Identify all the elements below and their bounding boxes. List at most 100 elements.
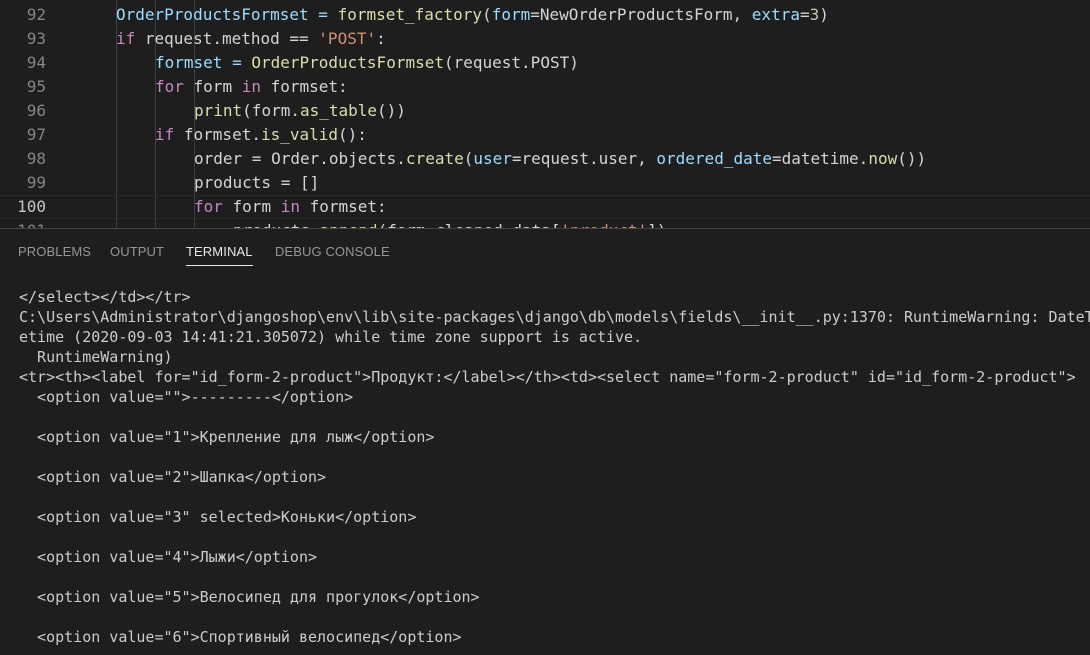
line-number: 94 bbox=[26, 53, 46, 72]
code-line[interactable]: 101 products.append(form.cleaned_data['pr… bbox=[0, 219, 1090, 228]
code-token: in bbox=[241, 77, 261, 96]
terminal-line: etime (2020-09-03 14:41:21.305072) while… bbox=[19, 328, 643, 346]
code-line[interactable]: 99 products = [] bbox=[0, 171, 1090, 195]
code-text: products = [] bbox=[194, 171, 319, 195]
code-text: OrderProductsFormset = formset_factory(f… bbox=[116, 3, 829, 27]
code-token: products = [] bbox=[194, 173, 320, 192]
code-token: for bbox=[194, 197, 223, 216]
terminal-line: </select></td></tr> bbox=[19, 288, 191, 306]
code-token: 'POST' bbox=[318, 29, 377, 48]
code-token: now bbox=[868, 149, 898, 168]
code-token: print bbox=[194, 101, 243, 120]
code-token: form bbox=[222, 197, 281, 216]
code-editor[interactable]: 92 OrderProductsFormset = formset_factory… bbox=[0, 0, 1090, 228]
code-token: create bbox=[405, 149, 464, 168]
code-text: order = Order.objects.create(user=reques… bbox=[194, 147, 926, 171]
terminal-line: C:\Users\Administrator\djangoshop\env\li… bbox=[19, 308, 1090, 326]
bottom-panel: PROBLEMS OUTPUT TERMINAL DEBUG CONSOLE <… bbox=[0, 228, 1090, 655]
code-token: extra bbox=[751, 5, 800, 24]
terminal-line: <option value="3" selected>Коньки</optio… bbox=[19, 508, 417, 526]
code-token: if bbox=[116, 29, 136, 48]
line-number: 99 bbox=[26, 173, 46, 192]
code-token: if bbox=[155, 125, 175, 144]
code-text: if request.method == 'POST': bbox=[116, 27, 386, 51]
terminal-line: <option value="">---------</option> bbox=[19, 388, 354, 406]
code-token: is_valid bbox=[260, 125, 339, 144]
code-token: =datetime. bbox=[771, 149, 869, 168]
code-token: 3 bbox=[809, 5, 820, 24]
code-text: if formset.is_valid(): bbox=[155, 123, 367, 147]
code-token: = bbox=[799, 5, 810, 24]
code-token: request.method == bbox=[135, 29, 319, 48]
line-number: 97 bbox=[26, 125, 46, 144]
code-token: formset_factory bbox=[337, 5, 483, 24]
code-text: for form in formset: bbox=[194, 196, 387, 218]
terminal-output[interactable]: </select></td></tr> C:\Users\Administrato… bbox=[19, 287, 1090, 655]
terminal-line: <option value="6">Спортивный велосипед</… bbox=[19, 628, 462, 646]
code-token: formset: bbox=[299, 197, 387, 216]
terminal-line: <option value="4">Лыжи</option> bbox=[19, 548, 318, 566]
code-token: append bbox=[320, 221, 378, 228]
code-token: as_table bbox=[299, 101, 378, 120]
code-token: formset: bbox=[260, 77, 348, 96]
code-line[interactable]: 100 for form in formset: bbox=[0, 195, 1090, 219]
code-token: products. bbox=[233, 221, 320, 228]
code-token: ) bbox=[819, 5, 829, 24]
code-token: (form. bbox=[242, 101, 300, 120]
code-token: form bbox=[491, 5, 531, 24]
line-number: 93 bbox=[26, 29, 46, 48]
code-token: (): bbox=[338, 125, 367, 144]
code-token: formset = bbox=[155, 53, 252, 72]
line-number: 101 bbox=[0, 219, 46, 228]
line-number: 96 bbox=[26, 101, 46, 120]
terminal-line: <option value="1">Крепление для лыж</opt… bbox=[19, 428, 435, 446]
code-line[interactable]: 97 if formset.is_valid(): bbox=[0, 123, 1090, 147]
code-token: =request.user, bbox=[511, 149, 657, 168]
tab-problems[interactable]: PROBLEMS bbox=[18, 244, 91, 265]
code-line[interactable]: 95 for form in formset: bbox=[0, 75, 1090, 99]
code-token: (form.cleaned_data[ bbox=[378, 221, 561, 228]
line-number: 98 bbox=[26, 149, 46, 168]
terminal-line: <option value="2">Шапка</option> bbox=[19, 468, 327, 486]
code-line[interactable]: 94 formset = OrderProductsFormset(request… bbox=[0, 51, 1090, 75]
code-text: print(form.as_table()) bbox=[194, 99, 406, 123]
code-token: form bbox=[183, 77, 242, 96]
code-token: formset. bbox=[174, 125, 261, 144]
code-token: OrderProductsFormset = bbox=[116, 5, 338, 24]
code-line[interactable]: 93 if request.method == 'POST': bbox=[0, 27, 1090, 51]
terminal-line: RuntimeWarning) bbox=[19, 348, 173, 366]
code-token: ()) bbox=[377, 101, 406, 120]
line-number: 95 bbox=[26, 77, 46, 96]
code-token: ( bbox=[482, 5, 492, 24]
line-number: 92 bbox=[26, 5, 46, 24]
terminal-line: <option value="5">Велосипед для прогулок… bbox=[19, 588, 480, 606]
code-token: user bbox=[473, 149, 512, 168]
line-number: 100 bbox=[17, 197, 46, 216]
code-token: : bbox=[376, 29, 386, 48]
tab-debug-console[interactable]: DEBUG CONSOLE bbox=[275, 244, 390, 265]
terminal-line: <tr><th><label for="id_form-2-product">П… bbox=[19, 368, 1076, 386]
code-token: ]) bbox=[647, 221, 666, 228]
code-token: =NewOrderProductsForm, bbox=[530, 5, 752, 24]
code-token: 'product' bbox=[561, 221, 648, 228]
code-token: ( bbox=[463, 149, 474, 168]
tab-output[interactable]: OUTPUT bbox=[110, 244, 164, 265]
code-text: formset = OrderProductsFormset(request.P… bbox=[155, 51, 579, 75]
code-token: in bbox=[280, 197, 300, 216]
code-token: OrderProductsFormset bbox=[251, 53, 444, 72]
code-token: for bbox=[155, 77, 184, 96]
code-line[interactable]: 98 order = Order.objects.create(user=requ… bbox=[0, 147, 1090, 171]
panel-tabs: PROBLEMS OUTPUT TERMINAL DEBUG CONSOLE bbox=[0, 229, 1090, 273]
code-line[interactable]: 96 print(form.as_table()) bbox=[0, 99, 1090, 123]
code-line[interactable]: 92 OrderProductsFormset = formset_factory… bbox=[0, 3, 1090, 27]
code-token: order = Order.objects. bbox=[194, 149, 406, 168]
code-token: (request.POST) bbox=[443, 53, 579, 72]
tab-terminal[interactable]: TERMINAL bbox=[186, 244, 253, 266]
